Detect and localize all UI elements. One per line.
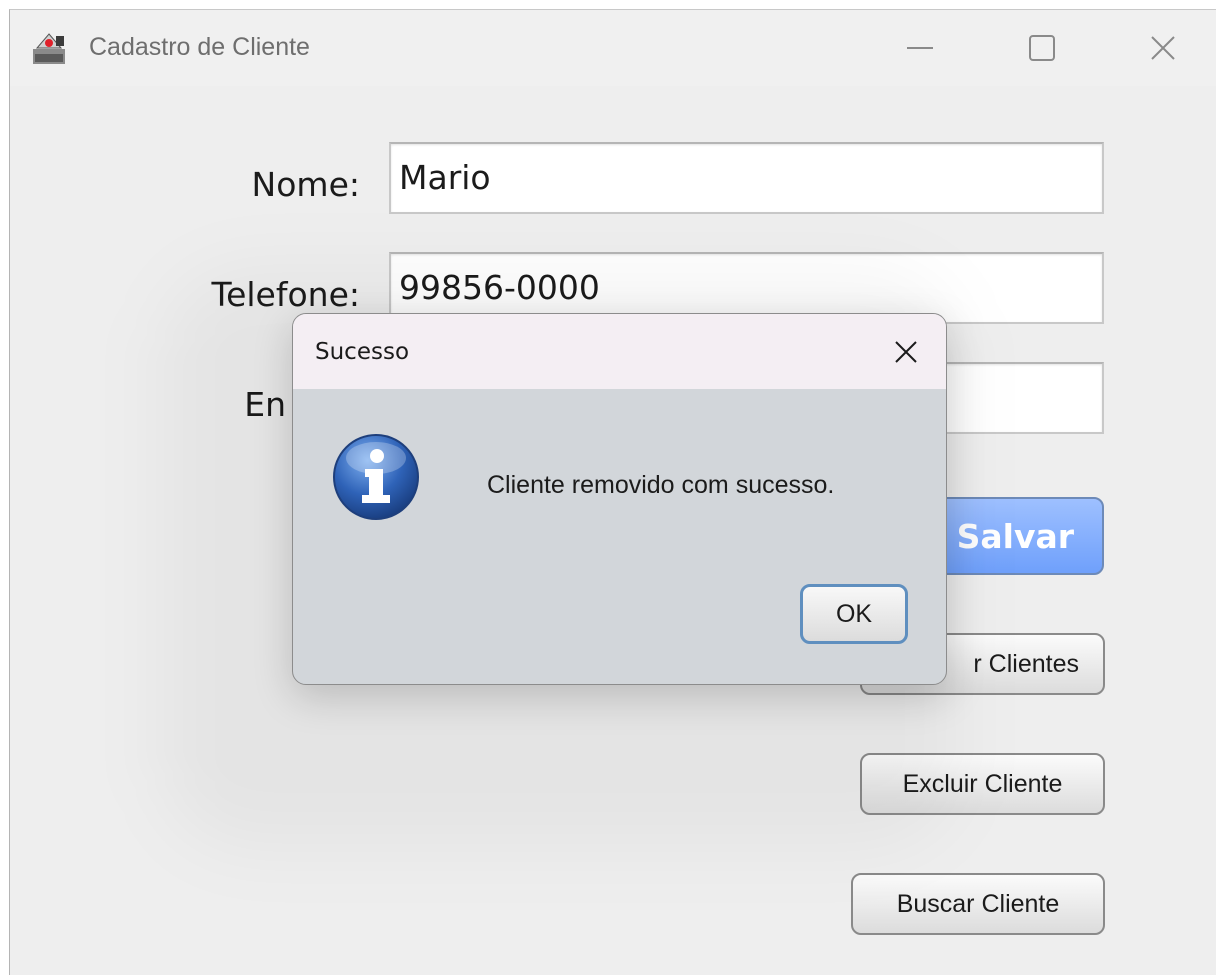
dialog-title-bar: Sucesso — [293, 314, 946, 389]
title-bar: Cadastro de Cliente — [10, 10, 1216, 86]
minimize-icon — [907, 47, 933, 49]
dialog-title: Sucesso — [315, 339, 410, 365]
search-client-button[interactable]: Buscar Cliente — [851, 873, 1105, 935]
nome-label: Nome: — [251, 165, 360, 204]
dialog-close-button[interactable] — [878, 324, 934, 380]
ok-button[interactable]: OK — [800, 584, 908, 644]
success-dialog: Sucesso Cliente removido com sucesso. OK — [292, 313, 947, 685]
maximize-icon — [1029, 35, 1055, 61]
close-icon — [1151, 36, 1175, 60]
nome-field[interactable]: Mario — [389, 142, 1104, 214]
close-button[interactable] — [1128, 22, 1198, 74]
close-icon — [895, 341, 917, 363]
minimize-button[interactable] — [885, 22, 955, 74]
window-title: Cadastro de Cliente — [89, 33, 310, 61]
java-app-icon — [33, 33, 65, 64]
maximize-button[interactable] — [1007, 22, 1077, 74]
information-icon — [333, 434, 419, 520]
dialog-message: Cliente removido com sucesso. — [487, 471, 835, 499]
